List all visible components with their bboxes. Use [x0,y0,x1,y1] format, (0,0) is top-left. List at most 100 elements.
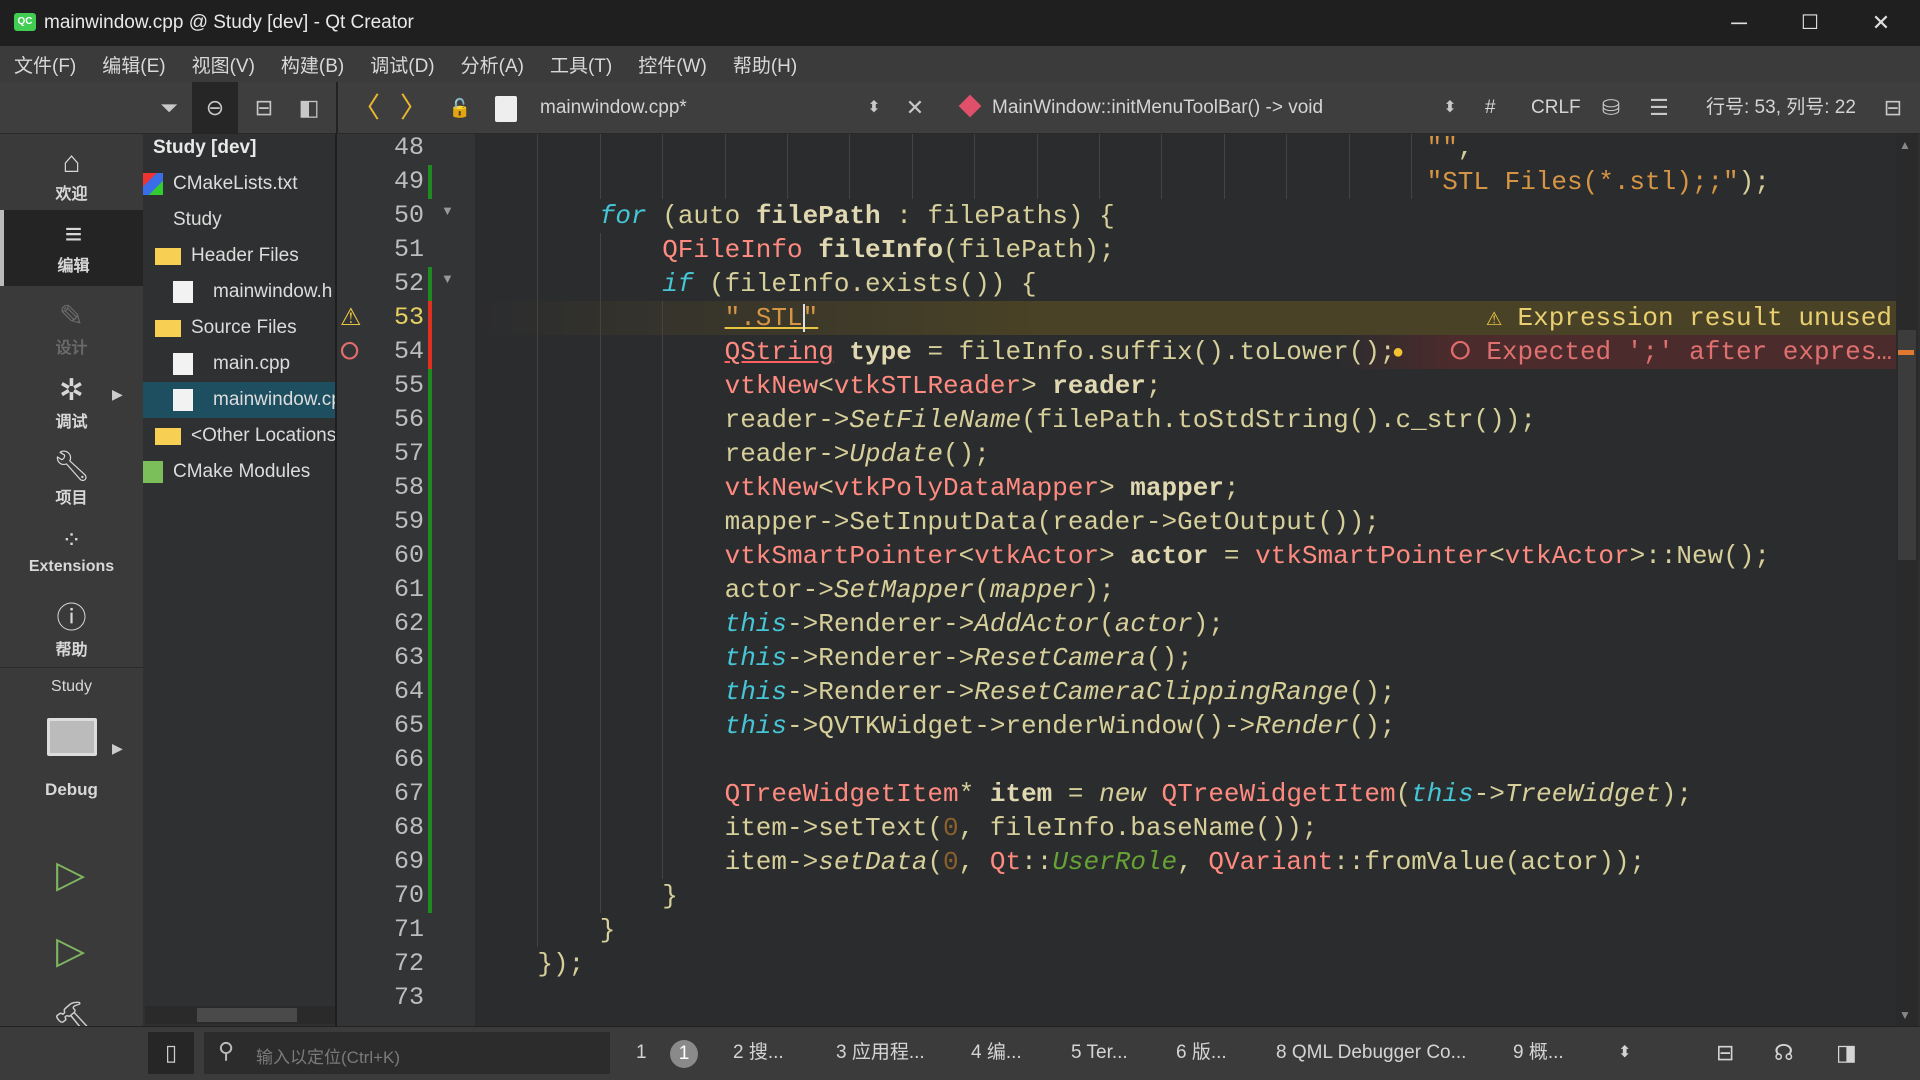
menu-tools[interactable]: 工具(T) [550,51,612,78]
code-line[interactable]: } [600,913,616,947]
code-line[interactable]: reader->Update(); [725,437,990,471]
tree-item[interactable]: <Other Locations> [143,418,335,454]
output-tab-version-control[interactable]: 6 版... [1176,1026,1227,1080]
tree-horizontal-scrollbar[interactable] [145,1006,335,1024]
menu-analyze[interactable]: 分析(A) [461,51,524,78]
code-line[interactable]: vtkNew<vtkPolyDataMapper> mapper; [725,471,1240,505]
more-tabs-icon[interactable]: ⬍ [1618,1026,1631,1080]
code-line[interactable]: vtkSmartPointer<vtkActor> actor = vtkSma… [725,539,1770,573]
lock-icon[interactable]: 🔓 [446,82,474,134]
code-line[interactable]: QTreeWidgetItem* item = new QTreeWidgetI… [725,777,1692,811]
mode-extensions[interactable]: ⁘ Extensions [0,524,143,586]
code-model-icon[interactable]: ⛁ [1596,82,1626,134]
fold-arrow-icon[interactable]: ▼ [441,271,454,286]
locator-input[interactable]: ⚲ 输入以定位(Ctrl+K) [204,1032,610,1074]
code-line[interactable]: this->Renderer->ResetCamera(); [725,641,1193,675]
minimize-button[interactable]: ─ [1709,0,1769,46]
code-editor[interactable]: "", "STL Files(*.stl);;"); for (auto fileP… [475,134,1896,1026]
kit-monitor-icon[interactable] [47,718,97,756]
menu-build[interactable]: 构建(B) [281,51,344,78]
code-line[interactable]: this->Renderer->AddActor(actor); [725,607,1224,641]
code-line[interactable]: "STL Files(*.stl);;"); [1427,165,1770,199]
filter-icon[interactable]: ⏷ [152,82,186,134]
output-tab-issues[interactable]: 1 [636,1026,647,1080]
close-button[interactable]: ✕ [1851,0,1911,46]
tree-item[interactable]: Header Files [143,238,335,274]
scroll-down-icon[interactable]: ▼ [1899,1008,1911,1022]
outline-icon[interactable]: ☰ [1644,82,1674,134]
code-line[interactable]: QString type = fileInfo.suffix().toLower… [725,335,1396,369]
output-tab-overview[interactable]: 9 概... [1513,1026,1564,1080]
code-line[interactable]: mapper->SetInputData(reader->GetOutput()… [725,505,1380,539]
scroll-up-icon[interactable]: ▲ [1899,138,1911,152]
editor-vertical-scrollbar[interactable]: ▲ ▼ [1896,134,1918,1026]
mode-help[interactable]: ⓘ 帮助 [0,602,143,664]
mode-welcome[interactable]: ⌂ 欢迎 [0,146,143,208]
mode-projects[interactable]: 🔧︎ 项目 [0,450,143,512]
code-line[interactable]: vtkNew<vtkSTLReader> reader; [725,369,1162,403]
maximize-button[interactable]: ☐ [1780,0,1840,46]
code-line[interactable]: "", [1427,134,1474,165]
debug-run-icon[interactable]: ▷ [56,928,85,973]
back-icon[interactable]: 〈 [350,82,382,134]
tree-item[interactable]: Study [143,202,335,238]
scrollbar-thumb[interactable] [1898,330,1916,560]
output-tab-compile[interactable]: 4 编... [971,1026,1022,1080]
menu-controls[interactable]: 控件(W) [638,51,707,78]
code-line[interactable]: this->QVTKWidget->renderWindow()->Render… [725,709,1396,743]
code-line[interactable]: item->setText(0, fileInfo.baseName()); [725,811,1318,845]
mode-edit[interactable]: ≡ 编辑 [0,210,143,286]
tree-item[interactable]: CMake Modules [143,454,335,490]
warning-icon[interactable]: ⚠ [340,301,362,335]
toggle-right-sidebar-icon[interactable]: ◨ [1836,1026,1857,1080]
tree-item[interactable]: CMakeLists.txt [143,166,335,202]
run-icon[interactable]: ▷ [56,852,85,897]
code-line[interactable]: for (auto filePath : filePaths) { [600,199,1115,233]
open-document-name[interactable]: mainwindow.cpp* [540,82,687,134]
scrollbar-thumb[interactable] [197,1008,297,1022]
inline-diagnostic[interactable]: ⭘ Expected ';' after expres… [1450,335,1892,369]
output-tab-terminal[interactable]: 5 Ter... [1071,1026,1128,1080]
output-tab-qml-debugger[interactable]: 8 QML Debugger Co... [1276,1026,1466,1080]
tree-item[interactable]: Source Files [143,310,335,346]
hash-button[interactable]: # [1485,82,1496,134]
tree-item[interactable]: main.cpp [143,346,335,382]
cursor-position[interactable]: 行号: 53, 列号: 22 [1706,82,1856,134]
close-sidebar-icon[interactable]: ◧ [294,82,324,134]
toggle-sidebar-icon[interactable]: ▯ [148,1032,194,1074]
inline-diagnostic[interactable]: ⚠ Expression result unused [1486,301,1892,335]
function-selector[interactable]: MainWindow::initMenuToolBar() -> void [992,82,1323,134]
menu-debug[interactable]: 调试(D) [370,51,434,78]
code-line[interactable]: QFileInfo fileInfo(filePath); [662,233,1115,267]
tree-item[interactable]: mainwindow.h [143,274,335,310]
menu-file[interactable]: 文件(F) [14,51,76,78]
code-line[interactable]: if (fileInfo.exists()) { [662,267,1036,301]
code-line[interactable]: } [662,879,678,913]
split-icon[interactable]: ⊟ [246,82,282,134]
split-editor-icon[interactable]: ⊟ [1876,82,1910,134]
error-icon[interactable]: ⭘ [340,335,359,369]
close-document-icon[interactable]: ✕ [900,82,930,134]
mode-debug[interactable]: ✲ 调试 [0,374,143,436]
output-tab-application[interactable]: 3 应用程... [836,1026,925,1080]
output-pane-icon[interactable]: ⊟ [1716,1026,1734,1080]
code-line[interactable]: }); [537,947,584,981]
line-ending-button[interactable]: CRLF [1531,82,1581,134]
function-dropdown-icon[interactable]: ⬍ [1436,82,1464,134]
tree-item[interactable]: Study [dev] [143,134,335,166]
menu-view[interactable]: 视图(V) [192,51,255,78]
mode-design[interactable]: ✎ 设计 [0,300,143,362]
menu-edit[interactable]: 编辑(E) [102,51,165,78]
code-line[interactable]: reader->SetFileName(filePath.toStdString… [725,403,1536,437]
code-line[interactable]: this->Renderer->ResetCameraClippingRange… [725,675,1396,709]
progress-details-icon[interactable]: ☊ [1774,1026,1794,1080]
fold-arrow-icon[interactable]: ▼ [441,203,454,218]
lightbulb-icon[interactable]: ● [1392,335,1404,369]
forward-icon[interactable]: 〉 [398,82,430,134]
document-dropdown-icon[interactable]: ⬍ [860,82,888,134]
menu-help[interactable]: 帮助(H) [733,51,797,78]
code-line[interactable]: item->setData(0, Qt::UserRole, QVariant:… [725,845,1646,879]
tree-item[interactable]: mainwindow.cpp [143,382,335,418]
code-line[interactable]: actor->SetMapper(mapper); [725,573,1115,607]
link-with-editor-icon[interactable]: ⊖ [192,82,238,134]
